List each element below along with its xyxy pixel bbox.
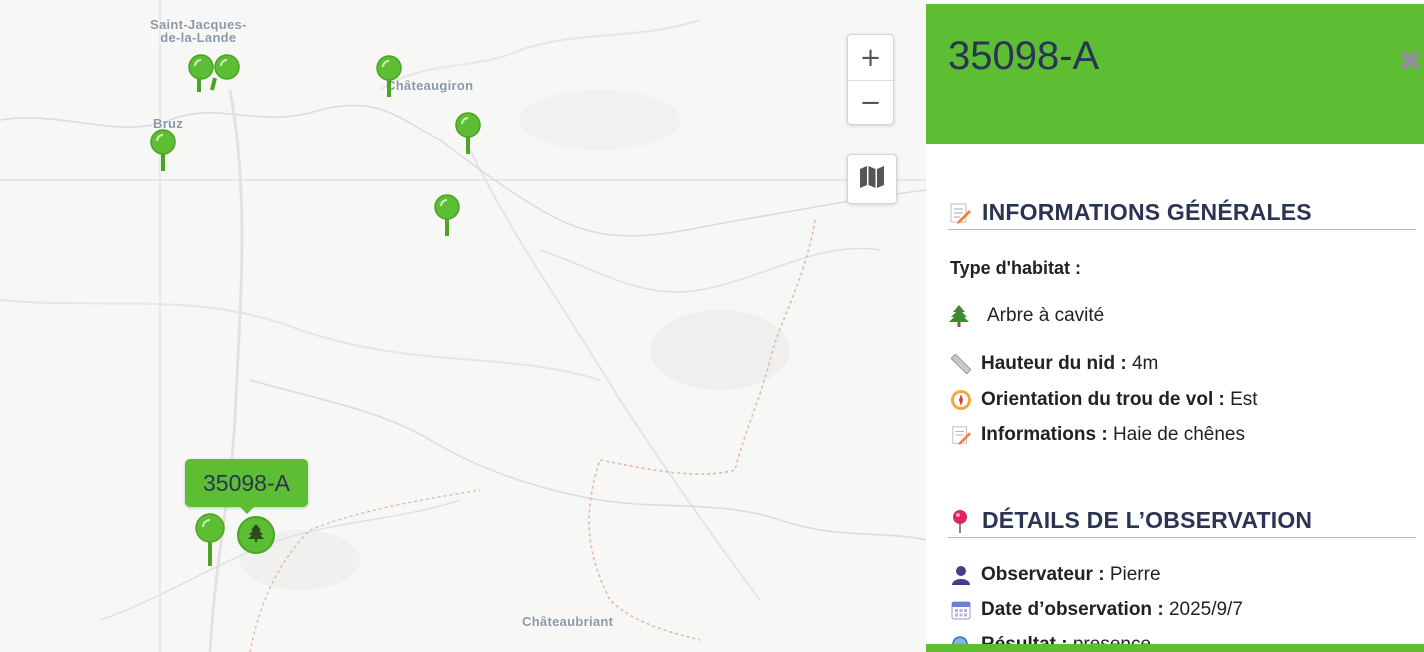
user-icon: [950, 564, 972, 586]
map-area[interactable]: Saint-Jacques- de-la-Lande Bruz Châteaug…: [0, 0, 926, 652]
zoom-control: + −: [847, 34, 894, 125]
orientation-label: Orientation du trou de vol :: [981, 389, 1225, 410]
panel-footer-bar: [926, 644, 1424, 652]
place-label: Châteaubriant: [522, 614, 614, 629]
height-value: 4m: [1131, 353, 1159, 374]
section-observation-title: DÉTAILS DE L’OBSERVATION: [948, 504, 1416, 538]
habitat-label-row: Type d'habitat :: [950, 258, 1081, 279]
map-marker[interactable]: [455, 112, 489, 156]
habitat-value: Arbre à cavité: [987, 305, 1105, 326]
orientation-row: Orientation du trou de vol : Est: [950, 389, 1258, 411]
memo-icon: [950, 424, 972, 446]
panel-header: 35098-A ✖: [926, 4, 1424, 144]
map-marker[interactable]: [376, 55, 410, 99]
habitat-label: Type d'habitat :: [950, 258, 1081, 278]
calendar-icon: [950, 599, 972, 621]
map-tiles: [0, 0, 926, 652]
map-marker[interactable]: [150, 129, 184, 173]
ruler-icon: [950, 353, 972, 375]
orientation-value: Est: [1230, 389, 1258, 410]
info-value: Haie de chênes: [1112, 424, 1245, 445]
compass-icon: [950, 389, 972, 411]
height-row: Hauteur du nid : 4m: [950, 353, 1158, 375]
habitat-value-row: Arbre à cavité: [948, 305, 1104, 327]
evergreen-tree-icon: [948, 305, 970, 327]
pushpin-icon: [948, 509, 972, 533]
zoom-out-button[interactable]: −: [848, 80, 893, 125]
section-title-text: INFORMATIONS GÉNÉRALES: [982, 199, 1312, 225]
info-row: Informations : Haie de chênes: [950, 424, 1245, 446]
zoom-in-button[interactable]: +: [848, 35, 893, 80]
place-label: Saint-Jacques- de-la-Lande: [150, 17, 247, 45]
panel-title: 35098-A: [948, 34, 1100, 78]
details-panel: 35098-A ✖ INFORMATIONS GÉNÉRALES Type d'…: [926, 0, 1424, 652]
map-icon: [860, 165, 884, 193]
close-icon[interactable]: ✖: [1398, 44, 1423, 79]
date-label: Date d’observation :: [981, 599, 1164, 620]
observer-row: Observateur : Pierre: [950, 564, 1161, 586]
memo-icon: [948, 201, 972, 225]
section-title-text: DÉTAILS DE L’OBSERVATION: [982, 507, 1313, 533]
observer-value: Pierre: [1109, 564, 1161, 585]
height-label: Hauteur du nid :: [981, 353, 1127, 374]
map-marker[interactable]: [210, 54, 248, 98]
info-label: Informations :: [981, 424, 1108, 445]
map-marker[interactable]: [434, 194, 468, 238]
date-value: 2025/9/7: [1168, 599, 1243, 620]
tree-icon: [248, 523, 264, 547]
date-row: Date d’observation : 2025/9/7: [950, 599, 1243, 621]
tooltip-label: 35098-A: [203, 469, 290, 496]
marker-tooltip: 35098-A: [185, 459, 308, 514]
section-general-title: INFORMATIONS GÉNÉRALES: [948, 196, 1416, 230]
layers-button[interactable]: [847, 154, 897, 204]
map-marker-selected[interactable]: [195, 513, 230, 568]
observer-label: Observateur :: [981, 564, 1105, 585]
tree-marker[interactable]: [237, 516, 275, 554]
